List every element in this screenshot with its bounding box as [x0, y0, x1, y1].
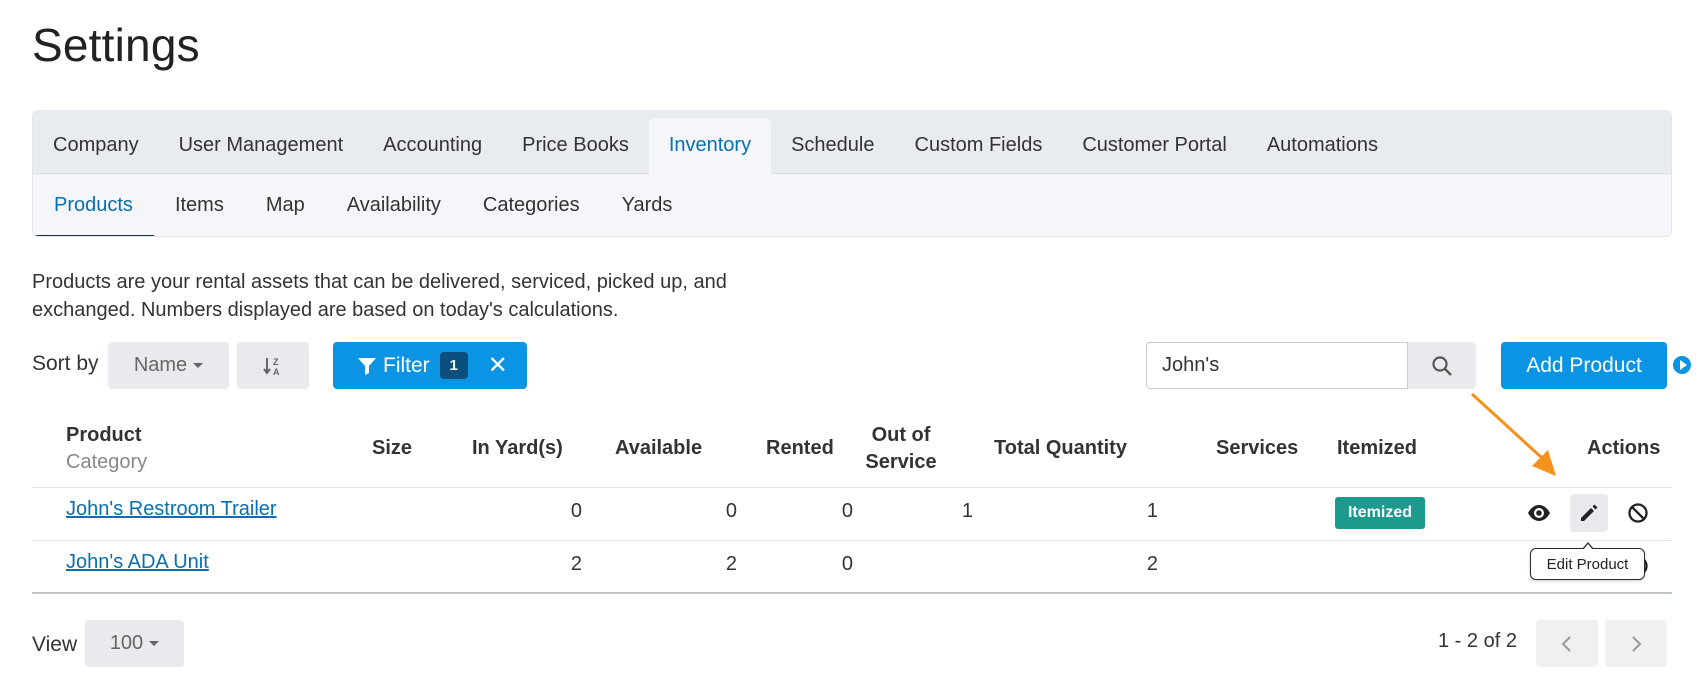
- svg-text:Z: Z: [273, 357, 279, 367]
- caret-down-icon: [193, 363, 204, 368]
- filter-label: Filter: [383, 353, 430, 377]
- col-available[interactable]: Available: [615, 435, 702, 462]
- subtab-availability[interactable]: Availability: [326, 174, 462, 236]
- col-out-of-service[interactable]: Out of Service: [861, 422, 941, 476]
- subtab-products[interactable]: Products: [33, 174, 154, 236]
- tab-customer-portal[interactable]: Customer Portal: [1062, 118, 1247, 173]
- cell-rented: 0: [841, 500, 853, 522]
- disable-product-button[interactable]: [1619, 494, 1657, 532]
- close-icon[interactable]: ✕: [488, 351, 508, 380]
- sub-tab-bar: Products Items Map Availability Categori…: [33, 174, 1671, 236]
- add-product-button[interactable]: Add Product: [1501, 342, 1667, 389]
- cell-total-quantity: 1: [1146, 500, 1158, 522]
- col-size[interactable]: Size: [372, 435, 412, 462]
- search-input[interactable]: [1146, 342, 1408, 389]
- col-services[interactable]: Services: [1216, 435, 1298, 462]
- product-name-link[interactable]: John's ADA Unit: [66, 551, 209, 574]
- cell-total-quantity: 2: [1146, 553, 1158, 575]
- col-product-label: Product: [66, 424, 142, 446]
- col-actions: Actions: [1587, 437, 1661, 459]
- col-product[interactable]: Product Category: [66, 422, 147, 476]
- chevron-right-icon: [1632, 635, 1642, 652]
- col-total-quantity[interactable]: Total Quantity: [994, 435, 1127, 462]
- subtab-map[interactable]: Map: [245, 174, 326, 236]
- col-rented[interactable]: Rented: [766, 435, 834, 462]
- edit-product-button[interactable]: [1570, 494, 1608, 532]
- tab-automations[interactable]: Automations: [1247, 118, 1398, 173]
- chevron-left-icon: [1561, 635, 1571, 652]
- sort-field-select[interactable]: Name: [108, 342, 229, 389]
- svg-text:A: A: [273, 367, 280, 377]
- tab-company[interactable]: Company: [33, 118, 159, 173]
- col-service-label: Service: [865, 451, 937, 473]
- view-label: View: [32, 633, 78, 656]
- page-title: Settings: [32, 19, 200, 71]
- page-size-value: 100: [109, 632, 144, 654]
- settings-tabs: Company User Management Accounting Price…: [32, 110, 1672, 237]
- product-name[interactable]: John's ADA Unit: [66, 551, 209, 573]
- sort-label: Sort by: [32, 352, 99, 375]
- pagination-summary: 1 - 2 of 2: [1438, 630, 1517, 652]
- itemized-badge: Itemized: [1335, 497, 1425, 529]
- cell-available: 0: [725, 500, 737, 522]
- table-footer: View 100 1 - 2 of 2: [32, 620, 1672, 667]
- pencil-icon: [1581, 504, 1598, 521]
- cell-available: 2: [725, 553, 737, 575]
- play-circle-icon[interactable]: [1673, 356, 1691, 374]
- tab-accounting[interactable]: Accounting: [363, 118, 502, 173]
- products-table: Product Category Size In Yard(s) Availab…: [32, 418, 1672, 594]
- col-category-label: Category: [66, 451, 148, 473]
- caret-down-icon: [149, 641, 160, 646]
- table-header: Product Category Size In Yard(s) Availab…: [32, 418, 1672, 488]
- main-tab-bar: Company User Management Accounting Price…: [33, 111, 1671, 174]
- sort-field-value: Name: [133, 354, 188, 376]
- col-itemized[interactable]: Itemized: [1337, 435, 1417, 462]
- sort-direction-button[interactable]: Z A: [237, 342, 309, 389]
- toolbar: Sort by Name Z A Filter 1 ✕ Add Product: [32, 342, 1692, 389]
- filter-icon: [358, 357, 376, 375]
- tab-price-books[interactable]: Price Books: [502, 118, 649, 173]
- eye-icon: [1528, 505, 1550, 521]
- filter-count-badge: 1: [439, 352, 468, 379]
- cell-in-yards: 2: [570, 553, 582, 575]
- edit-product-tooltip: Edit Product: [1530, 542, 1645, 580]
- subtab-categories[interactable]: Categories: [462, 174, 601, 236]
- cell-out-of-service: 1: [961, 500, 973, 522]
- product-name-link[interactable]: John's Restroom Trailer: [66, 498, 277, 521]
- cell-rented: 0: [841, 553, 853, 575]
- view-product-button[interactable]: [1520, 494, 1558, 532]
- search-icon: [1432, 355, 1452, 376]
- product-name[interactable]: John's Restroom Trailer: [66, 498, 277, 520]
- search-button[interactable]: [1408, 342, 1476, 389]
- subtab-items[interactable]: Items: [154, 174, 245, 236]
- previous-page-button[interactable]: [1536, 620, 1598, 667]
- table-row: John's Restroom Trailer 0 0 0 1 1 Itemiz…: [32, 488, 1672, 541]
- sort-alpha-desc-icon: Z A: [263, 357, 280, 377]
- ban-icon: [1628, 503, 1648, 523]
- subtab-yards[interactable]: Yards: [601, 174, 694, 236]
- tab-user-management[interactable]: User Management: [159, 118, 364, 173]
- next-page-button[interactable]: [1605, 620, 1667, 667]
- tab-inventory[interactable]: Inventory: [648, 118, 772, 174]
- page-size-select[interactable]: 100: [85, 620, 184, 667]
- tab-schedule[interactable]: Schedule: [771, 118, 894, 173]
- tab-custom-fields[interactable]: Custom Fields: [895, 118, 1063, 173]
- col-out-of-label: Out of: [871, 424, 931, 446]
- page-description: Products are your rental assets that can…: [32, 271, 727, 321]
- filter-button[interactable]: Filter 1 ✕: [333, 342, 527, 389]
- table-row: John's ADA Unit 2 2 0 2: [32, 541, 1672, 594]
- cell-in-yards: 0: [570, 500, 582, 522]
- col-in-yards[interactable]: In Yard(s): [472, 435, 563, 462]
